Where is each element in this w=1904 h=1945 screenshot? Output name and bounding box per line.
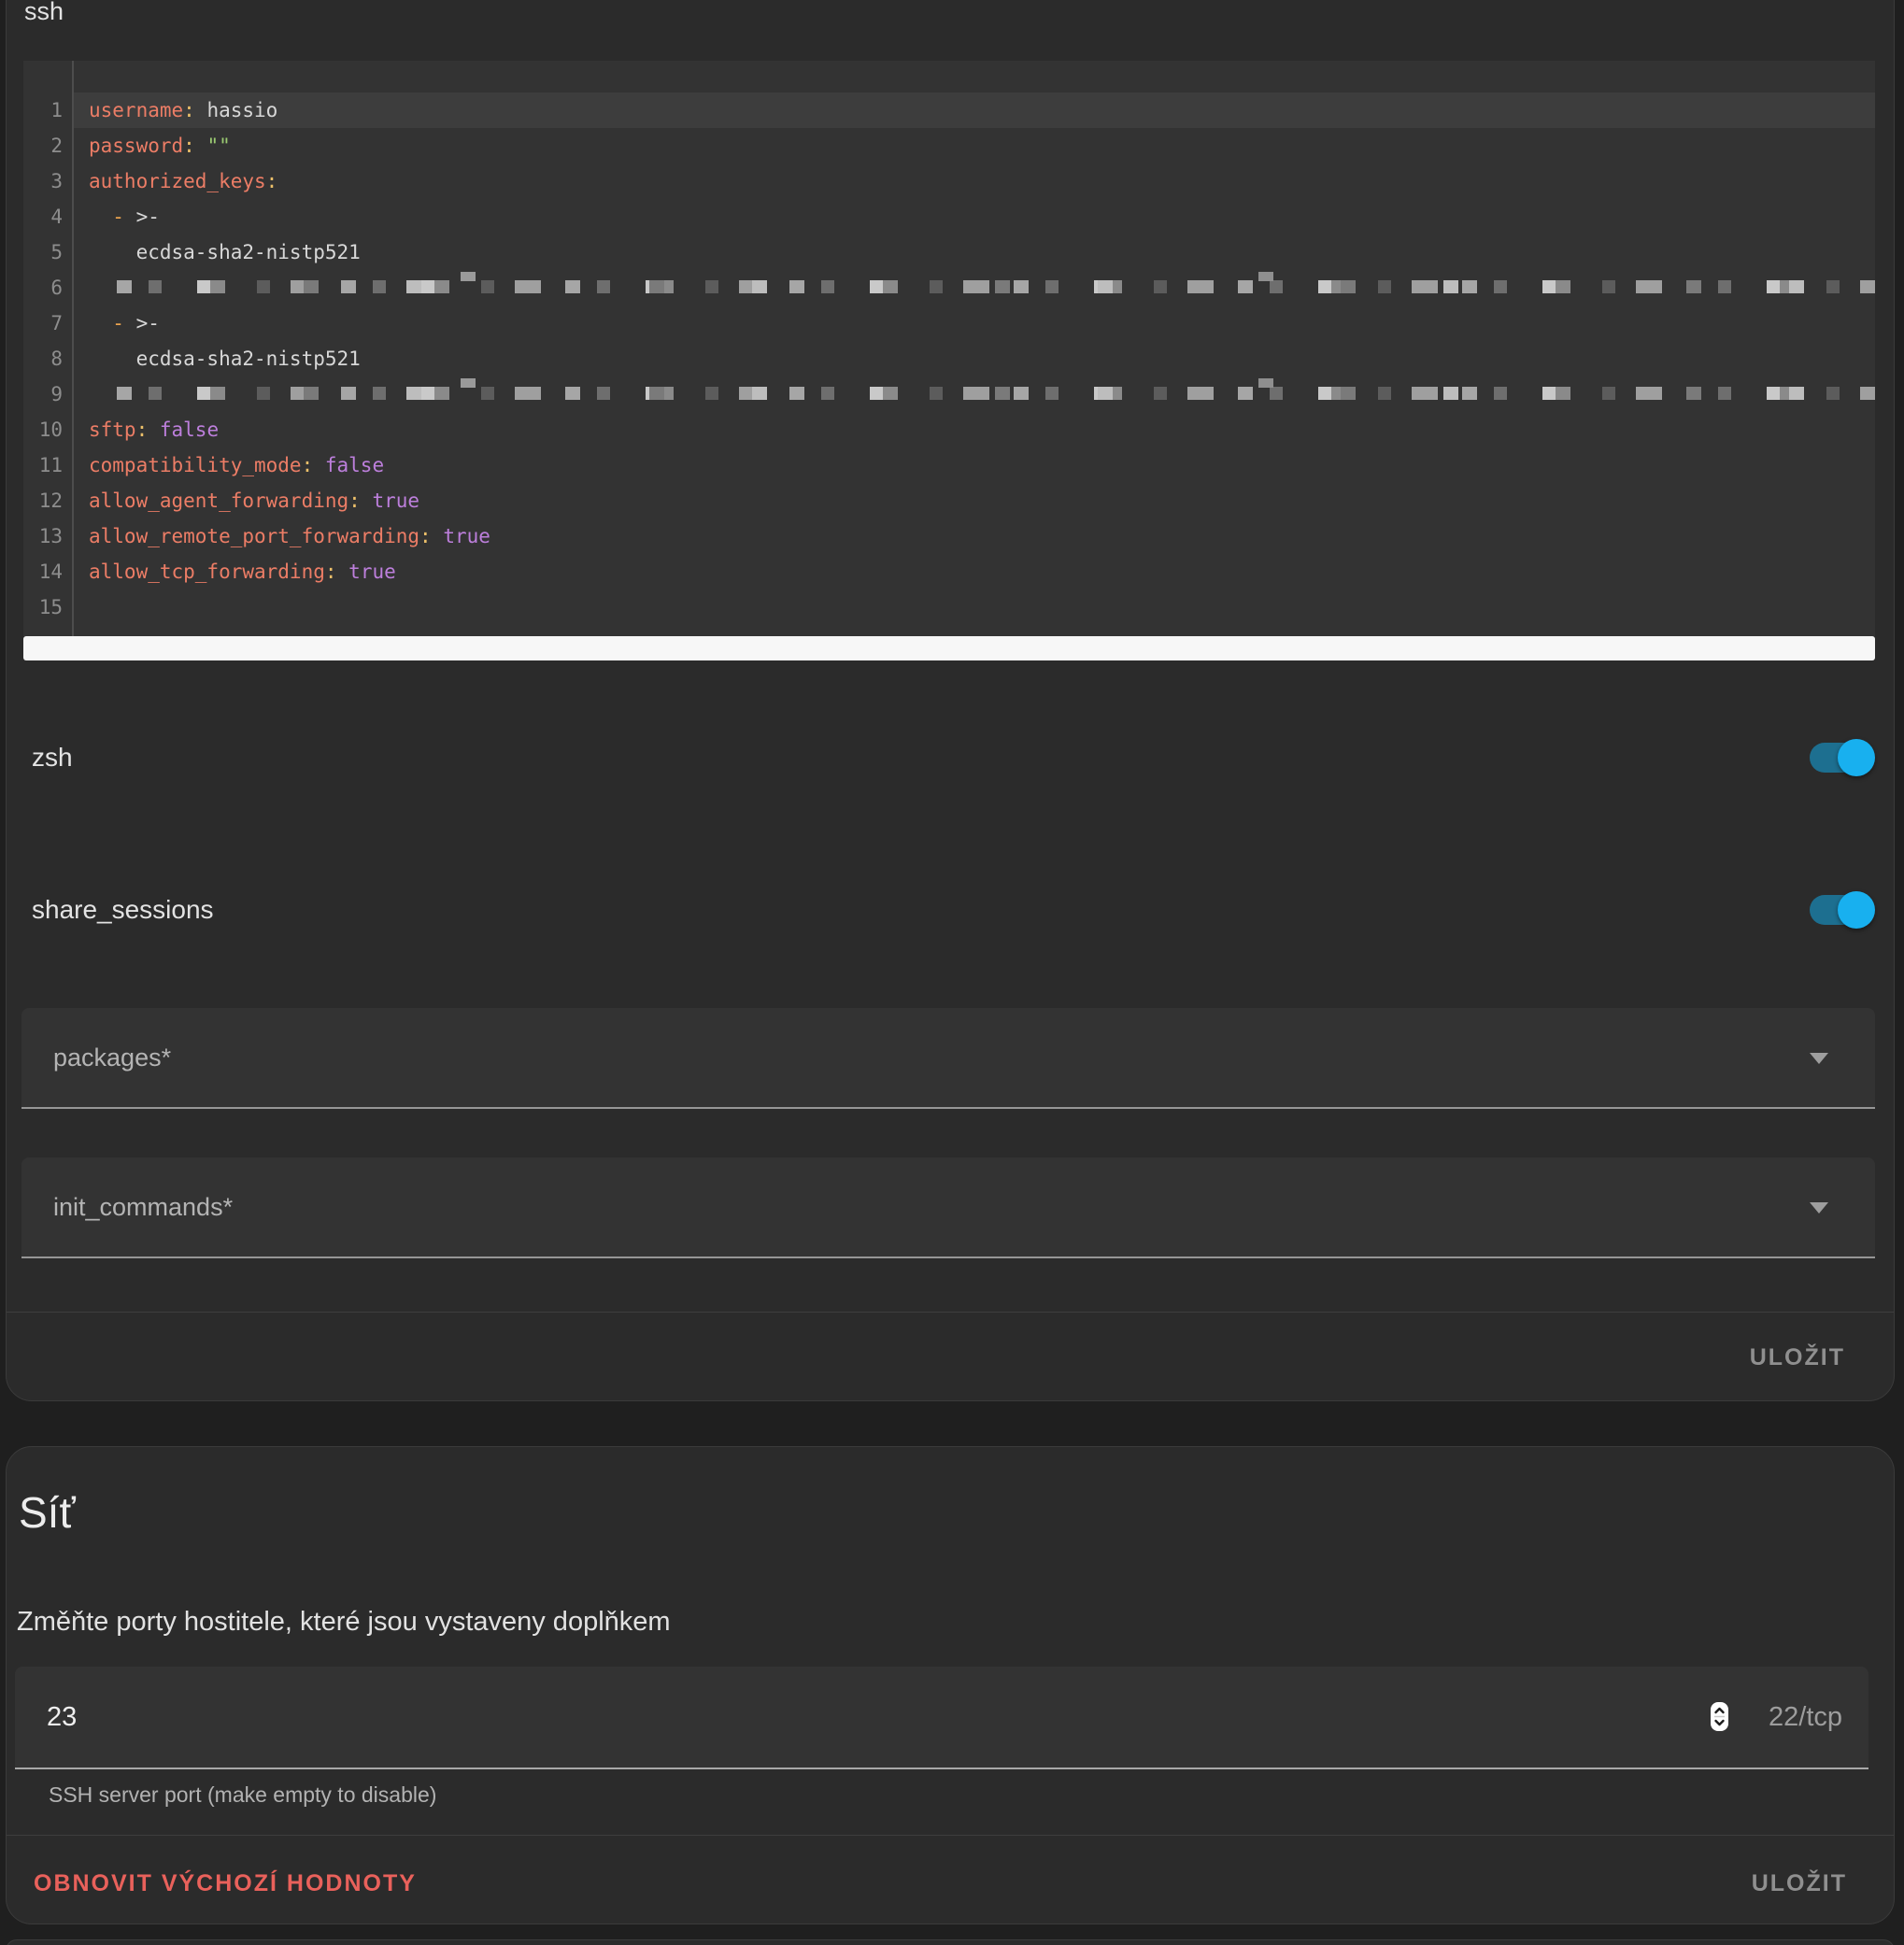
line-number: 3 (23, 163, 63, 199)
yaml-editor[interactable]: 1username: hassio2password: ""3authorize… (23, 61, 1875, 636)
toggle-thumb (1838, 739, 1875, 776)
packages-dropdown[interactable]: packages* (21, 1008, 1875, 1109)
editor-horizontal-scrollbar[interactable] (23, 636, 1875, 660)
editor-line[interactable]: 11compatibility_mode: false (23, 447, 1875, 483)
ssh-port-value[interactable]: 23 (47, 1667, 77, 1768)
editor-line[interactable]: 7 - >- (23, 305, 1875, 341)
line-number: 10 (23, 412, 63, 447)
save-network-button[interactable]: ULOŽIT (1752, 1870, 1847, 1897)
line-number: 9 (23, 376, 63, 412)
share-sessions-toggle[interactable] (1810, 895, 1873, 925)
editor-line[interactable]: 2password: "" (23, 128, 1875, 163)
options-card: ssh 1username: hassio2password: ""3autho… (6, 0, 1895, 1401)
toggle-label-zsh: zsh (32, 743, 73, 773)
network-card-divider (7, 1835, 1894, 1836)
addon-config-page: ssh 1username: hassio2password: ""3autho… (0, 0, 1904, 1945)
toggle-thumb (1838, 891, 1875, 929)
ssh-port-helper-text: SSH server port (make empty to disable) (49, 1782, 436, 1808)
init-commands-dropdown-label: init_commands* (53, 1157, 233, 1256)
network-section-description: Změňte porty hostitele, které jsou vysta… (17, 1607, 671, 1638)
editor-line[interactable]: 8 ecdsa-sha2-nistp521 (23, 341, 1875, 376)
chevron-down-icon (1810, 1202, 1828, 1214)
editor-line[interactable]: 13allow_remote_port_forwarding: true (23, 518, 1875, 554)
save-options-button[interactable]: ULOŽIT (1750, 1344, 1845, 1371)
editor-line[interactable]: 12allow_agent_forwarding: true (23, 483, 1875, 518)
redacted-key-blur (117, 387, 1875, 400)
editor-line[interactable]: 14allow_tcp_forwarding: true (23, 554, 1875, 589)
init-commands-dropdown[interactable]: init_commands* (21, 1157, 1875, 1258)
line-number: 13 (23, 518, 63, 554)
editor-line[interactable]: 6 (23, 270, 1875, 305)
zsh-toggle[interactable] (1810, 743, 1873, 773)
network-section-title: Síť (19, 1487, 76, 1538)
editor-line[interactable]: 10sftp: false (23, 412, 1875, 447)
line-number: 12 (23, 483, 63, 518)
line-number: 15 (23, 589, 63, 625)
reset-defaults-button[interactable]: OBNOVIT VÝCHOZÍ HODNOTY (34, 1870, 417, 1897)
number-stepper-icon[interactable] (1711, 1702, 1728, 1731)
port-mapping-label: 22/tcp (1769, 1667, 1842, 1768)
next-card-top-edge (6, 1939, 1895, 1945)
editor-line[interactable]: 15 (23, 589, 1875, 625)
yaml-editor-lines: 1username: hassio2password: ""3authorize… (23, 61, 1875, 625)
editor-line[interactable]: 4 - >- (23, 199, 1875, 234)
line-number: 8 (23, 341, 63, 376)
line-number: 11 (23, 447, 63, 483)
editor-line[interactable]: 5 ecdsa-sha2-nistp521 (23, 234, 1875, 270)
line-number: 4 (23, 199, 63, 234)
line-number: 7 (23, 305, 63, 341)
editor-line[interactable]: 9 (23, 376, 1875, 412)
line-number: 14 (23, 554, 63, 589)
packages-dropdown-label: packages* (53, 1008, 171, 1107)
line-number: 5 (23, 234, 63, 270)
line-number: 6 (23, 270, 63, 305)
line-number: 2 (23, 128, 63, 163)
chevron-down-icon (1810, 1053, 1828, 1064)
yaml-field-label: ssh (24, 0, 64, 26)
editor-line[interactable]: 1username: hassio (23, 92, 1875, 128)
options-card-divider (7, 1312, 1894, 1313)
toggle-label-share-sessions: share_sessions (32, 895, 214, 925)
editor-line[interactable]: 3authorized_keys: (23, 163, 1875, 199)
line-number: 1 (23, 92, 63, 128)
ssh-port-input[interactable]: 23 22/tcp (15, 1667, 1868, 1769)
redacted-key-blur (117, 280, 1875, 293)
